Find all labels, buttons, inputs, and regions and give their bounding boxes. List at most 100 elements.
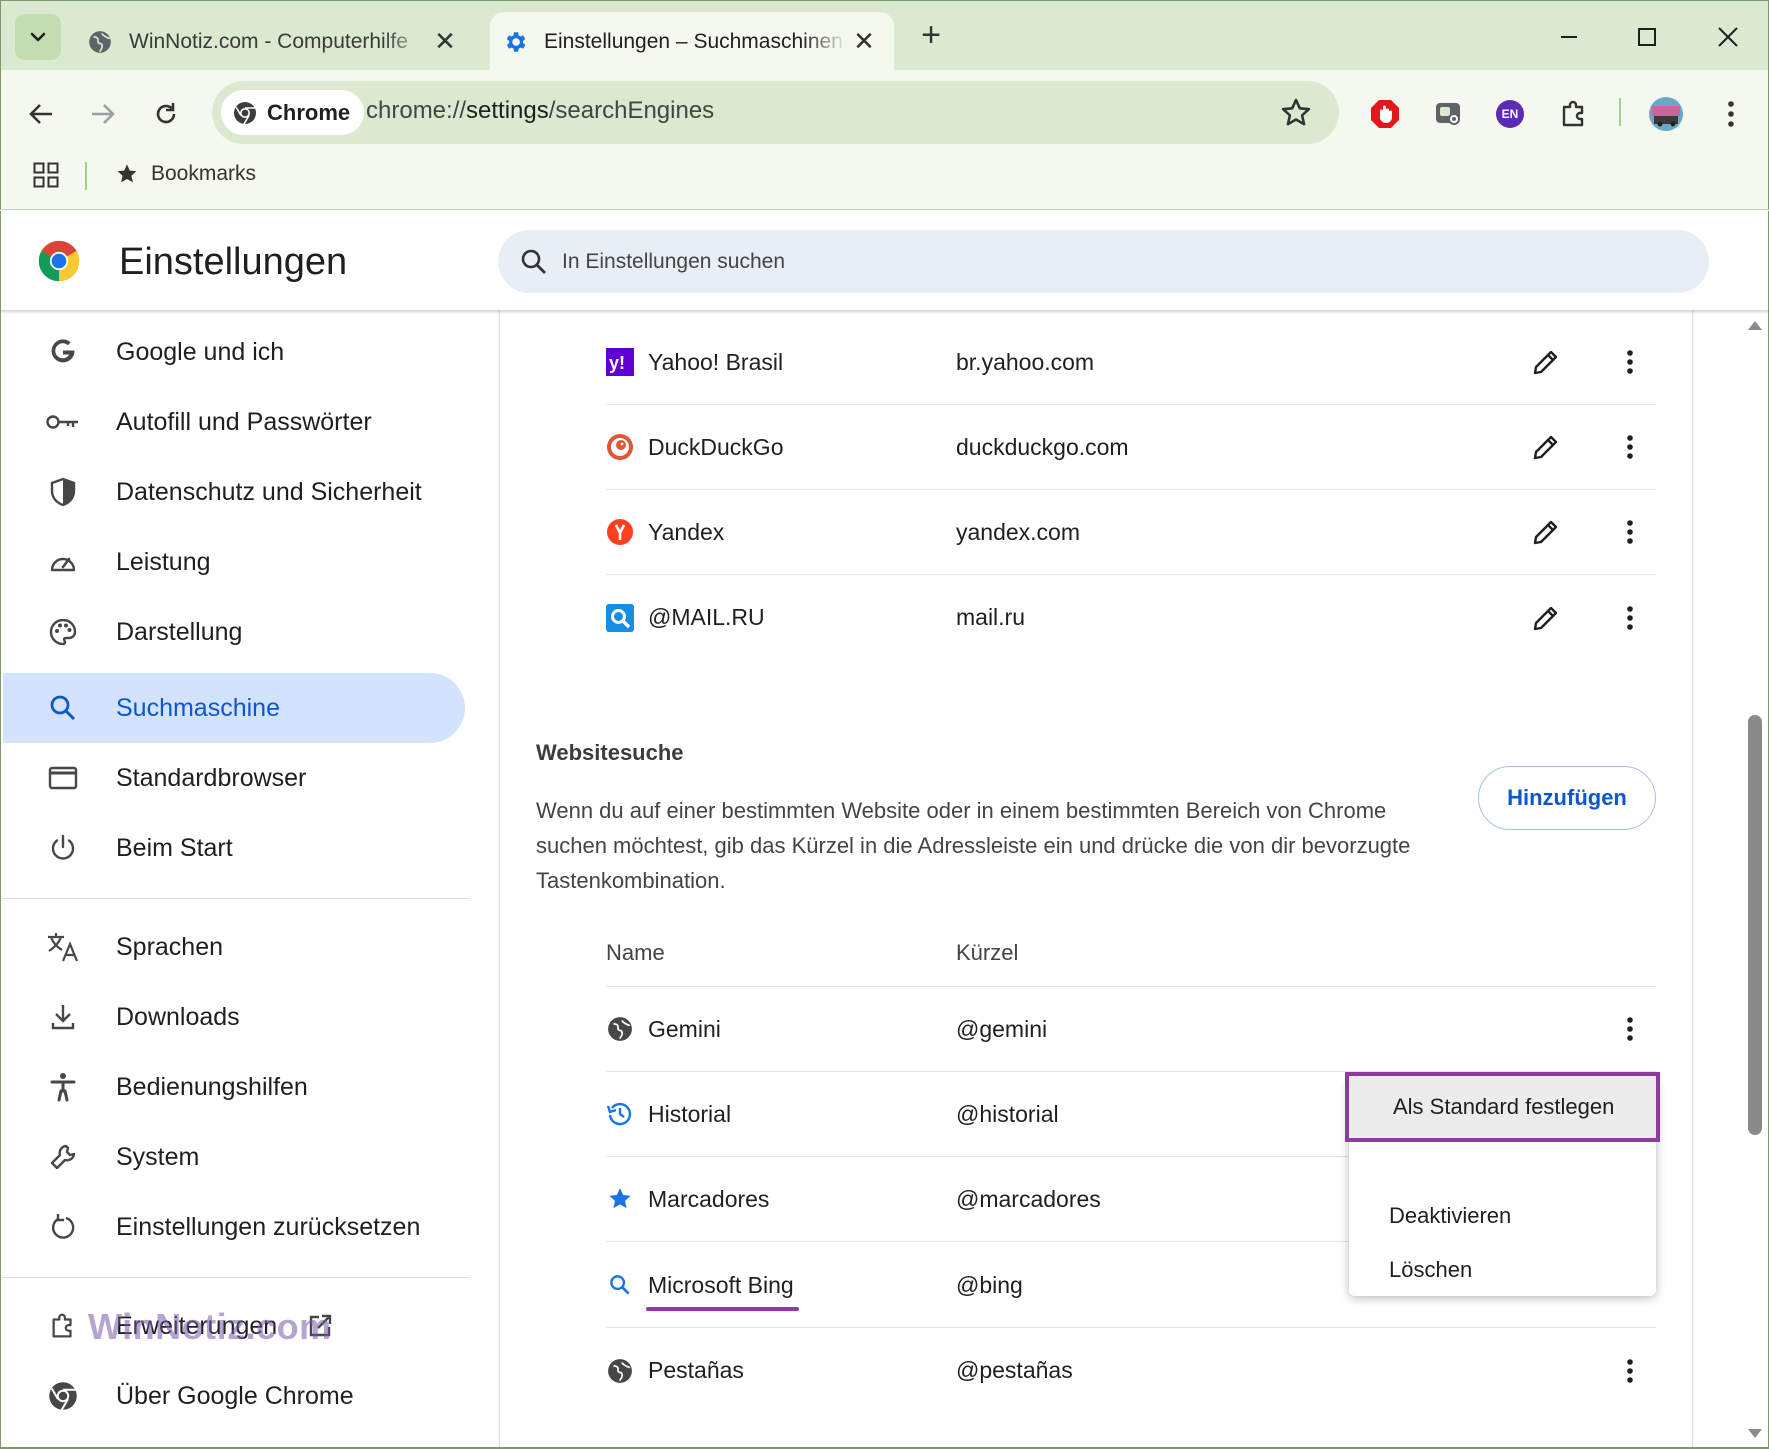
sidebar-item-label: Einstellungen zurücksetzen: [116, 1212, 421, 1241]
minimize-button[interactable]: [1545, 15, 1593, 59]
sidebar-item-privacy[interactable]: Datenschutz und Sicherheit: [3, 457, 465, 527]
power-icon: [41, 826, 85, 870]
sidebar-item-search-engine[interactable]: Suchmaschine: [3, 673, 465, 743]
site-info-chip[interactable]: Chrome: [221, 90, 365, 135]
edit-button[interactable]: [1526, 427, 1566, 467]
search-engine-row: @MAIL.RU mail.ru: [606, 575, 1656, 660]
speedometer-icon: [41, 540, 85, 584]
sidebar-item-performance[interactable]: Leistung: [3, 527, 465, 597]
pencil-icon: [1533, 435, 1558, 460]
arrow-right-icon: [92, 104, 115, 124]
close-icon[interactable]: ✕: [848, 26, 880, 58]
adblock-extension[interactable]: [1363, 92, 1407, 136]
sidebar-item-appearance[interactable]: Darstellung: [3, 597, 465, 667]
more-vertical-icon: [1627, 1358, 1633, 1383]
site-name: Pestañas: [648, 1357, 744, 1383]
close-icon[interactable]: ✕: [429, 26, 461, 58]
yandex-icon: [606, 518, 634, 546]
tab-title: WinNotiz.com - Computerhilfe: [129, 29, 408, 53]
sidebar-item-languages[interactable]: Sprachen: [3, 912, 465, 982]
accessibility-icon: [41, 1065, 85, 1109]
bookmark-star-icon[interactable]: [1279, 96, 1313, 130]
screencast-extension[interactable]: [1426, 92, 1470, 136]
browser-window-icon: [41, 756, 85, 800]
settings-sidebar: Google und ich Autofill und Passwörter D…: [0, 310, 470, 1449]
menu-item-deactivate[interactable]: Deaktivieren: [1349, 1188, 1656, 1244]
scroll-up-arrow[interactable]: [1748, 321, 1762, 330]
sidebar-item-accessibility[interactable]: Bedienungshilfen: [3, 1052, 465, 1122]
more-actions-button[interactable]: [1610, 1351, 1650, 1391]
site-name: Microsoft Bing: [648, 1271, 794, 1298]
language-extension[interactable]: EN: [1488, 92, 1532, 136]
back-button[interactable]: [19, 92, 63, 136]
more-actions-button[interactable]: [1610, 512, 1650, 552]
yahoo-icon: y!: [606, 348, 634, 376]
puzzle-icon: [41, 1304, 85, 1348]
sidebar-item-autofill[interactable]: Autofill und Passwörter: [3, 387, 465, 457]
window-close-button[interactable]: [1704, 15, 1752, 59]
chevron-down-icon: [30, 32, 46, 42]
bookmarks-divider: [85, 162, 87, 190]
edit-button[interactable]: [1526, 598, 1566, 638]
url-text: chrome://settings/searchEngines: [366, 97, 714, 125]
menu-item-set-default[interactable]: Als Standard festlegen: [1345, 1072, 1660, 1142]
sidebar-item-label: Autofill und Passwörter: [116, 407, 372, 436]
duckduckgo-icon: [606, 433, 634, 461]
tab-settings[interactable]: Einstellungen – Suchmaschinen ✕: [490, 12, 894, 71]
address-bar[interactable]: Chrome chrome://settings/searchEngines: [212, 81, 1339, 144]
sidebar-item-about-chrome[interactable]: Über Google Chrome: [3, 1361, 465, 1431]
sidebar-item-system[interactable]: System: [3, 1122, 465, 1192]
new-tab-button[interactable]: +: [911, 16, 951, 56]
more-actions-button[interactable]: [1610, 427, 1650, 467]
sidebar-item-label: Suchmaschine: [116, 693, 280, 722]
site-keyword: @pestañas: [956, 1357, 1073, 1383]
sidebar-item-google[interactable]: Google und ich: [3, 317, 465, 387]
wrench-icon: [41, 1135, 85, 1179]
scrollbar-thumb[interactable]: [1748, 715, 1762, 1135]
sidebar-item-on-startup[interactable]: Beim Start: [3, 813, 465, 883]
menu-item-delete[interactable]: Löschen: [1349, 1242, 1656, 1298]
close-icon: [1718, 27, 1738, 47]
settings-search-input[interactable]: In Einstellungen suchen: [498, 230, 1709, 293]
sidebar-item-downloads[interactable]: Downloads: [3, 982, 465, 1052]
more-vertical-icon: [1728, 101, 1734, 127]
edit-button[interactable]: [1526, 512, 1566, 552]
sidebar-item-reset[interactable]: Einstellungen zurücksetzen: [3, 1192, 465, 1262]
sidebar-item-default-browser[interactable]: Standardbrowser: [3, 743, 465, 813]
page-title: Einstellungen: [119, 241, 348, 283]
edit-button[interactable]: [1526, 342, 1566, 382]
reload-button[interactable]: [144, 92, 188, 136]
translate-icon: [41, 925, 85, 969]
tab-search-button[interactable]: [15, 14, 61, 60]
sidebar-item-label: Beim Start: [116, 833, 233, 862]
more-actions-button[interactable]: [1610, 598, 1650, 638]
tab-winnotiz[interactable]: WinNotiz.com - Computerhilfe ✕: [83, 12, 475, 71]
add-button[interactable]: Hinzufügen: [1478, 766, 1656, 830]
search-engine-row: y! Yahoo! Brasil br.yahoo.com: [606, 320, 1656, 405]
maximize-button[interactable]: [1623, 15, 1671, 59]
sidebar-divider: [3, 898, 469, 899]
extensions-button[interactable]: [1552, 92, 1596, 136]
chrome-menu-button[interactable]: [1709, 92, 1753, 136]
scrollbar[interactable]: [1741, 310, 1769, 1449]
more-actions-button[interactable]: [1610, 342, 1650, 382]
language-badge-text: EN: [1501, 107, 1519, 121]
bookmarks-folder[interactable]: Bookmarks: [115, 162, 256, 186]
scroll-down-arrow[interactable]: [1748, 1429, 1762, 1438]
shield-icon: [41, 470, 85, 514]
apps-grid-icon[interactable]: [33, 162, 59, 188]
site-name: Gemini: [648, 1015, 721, 1042]
column-header-keyword: Kürzel: [956, 940, 1019, 965]
search-engine-row: Yandex yandex.com: [606, 490, 1656, 575]
sidebar-item-label: Downloads: [116, 1002, 240, 1031]
profile-avatar[interactable]: [1644, 92, 1688, 136]
search-icon: [41, 686, 85, 730]
toolbar-divider: [1619, 98, 1621, 126]
more-actions-button[interactable]: [1610, 1009, 1650, 1049]
site-search-row: Pestañas @pestañas: [606, 1328, 1656, 1413]
bookmarks-label: Bookmarks: [151, 162, 257, 185]
settings-header: Einstellungen In Einstellungen suchen: [0, 211, 1769, 310]
globe-icon: [606, 1015, 634, 1043]
adblock-icon: [1371, 100, 1399, 128]
forward-button[interactable]: [81, 92, 125, 136]
